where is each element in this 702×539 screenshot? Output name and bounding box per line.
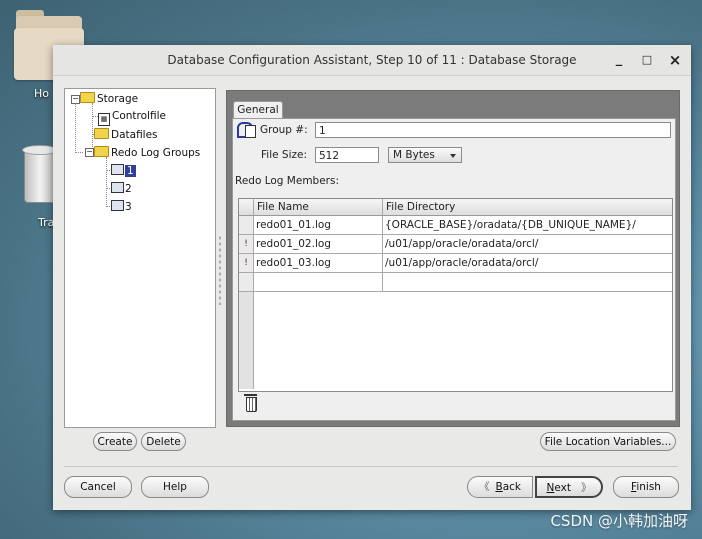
file-size-input[interactable]: 512 (315, 147, 379, 163)
chevron-down-icon (450, 154, 456, 158)
tree-node-redo-log-groups[interactable]: Redo Log Groups (94, 146, 200, 159)
group-number-label: Group #: (260, 124, 308, 136)
redo-group-icon (111, 164, 124, 175)
table-cell-file-directory[interactable] (383, 273, 672, 292)
table-cell-file-directory[interactable]: /u01/app/oracle/oradata/orcl/ (383, 254, 672, 273)
table-cell-file-name[interactable]: redo01_03.log (254, 254, 383, 273)
row-header[interactable] (239, 273, 254, 292)
chevron-left-icon: 《 (478, 481, 490, 493)
finish-button[interactable]: Finish (613, 476, 679, 498)
trash-icon[interactable] (244, 394, 257, 412)
minimize-button[interactable]: _ (609, 50, 629, 70)
folder-icon (94, 128, 109, 139)
column-header-file-directory[interactable]: File Directory (383, 199, 672, 216)
tree-node-datafiles[interactable]: Datafiles (94, 128, 158, 141)
create-button[interactable]: Create (93, 432, 137, 451)
file-size-label: File Size: (261, 149, 307, 161)
file-size-unit-select[interactable]: M Bytes (388, 147, 462, 163)
general-tab-content: Group #: 1 File Size: 512 M Bytes Redo L… (232, 118, 676, 421)
redo-group-icon (111, 200, 124, 211)
collapse-redo-groups-icon[interactable]: − (85, 148, 94, 157)
tree-node-group-2[interactable]: 2 (111, 182, 132, 195)
redo-group-icon (111, 182, 124, 193)
table-cell-file-name[interactable]: redo01_02.log (254, 235, 383, 254)
trash-label: Tra (38, 216, 55, 229)
row-header-filler (239, 292, 254, 389)
folder-icon (94, 146, 109, 157)
table-corner (239, 199, 254, 216)
help-button[interactable]: Help (141, 476, 209, 498)
trash-icon[interactable] (22, 145, 58, 203)
window-title: Database Configuration Assistant, Step 1… (167, 53, 577, 67)
redo-members-label: Redo Log Members: (235, 175, 340, 187)
table-cell-file-name[interactable]: redo01_01.log (254, 216, 383, 235)
next-button[interactable]: Next 》 (535, 476, 603, 498)
back-button[interactable]: 《 Back (467, 476, 533, 498)
row-header-warning-icon[interactable]: ! (239, 235, 254, 254)
home-folder-label: Ho (34, 87, 50, 100)
properties-panel: General Group #: 1 File Size: 512 M Byte… (226, 90, 680, 427)
collapse-storage-icon[interactable]: − (71, 95, 80, 104)
table-cell-file-directory[interactable]: {ORACLE_BASE}/oradata/{DB_UNIQUE_NAME}/ (383, 216, 672, 235)
tab-general[interactable]: General (233, 101, 283, 119)
chevron-right-icon: 》 (580, 482, 592, 494)
tree-node-group-3[interactable]: 3 (111, 200, 132, 213)
watermark: CSDN @小韩加油呀 (550, 512, 688, 530)
group-number-input[interactable]: 1 (315, 122, 671, 138)
document-icon (245, 125, 256, 138)
table-cell-file-directory[interactable]: /u01/app/oracle/oradata/orcl/ (383, 235, 672, 254)
tree-node-storage[interactable]: Storage (80, 92, 138, 105)
column-header-file-name[interactable]: File Name (254, 199, 383, 216)
cancel-button[interactable]: Cancel (64, 476, 132, 498)
storage-tree[interactable]: − Storage ▦ Controlfile Datafiles − Redo … (64, 88, 216, 428)
splitter-handle[interactable] (218, 235, 222, 305)
title-bar[interactable]: Database Configuration Assistant, Step 1… (53, 45, 691, 76)
redo-members-table[interactable]: File Name File Directory redo01_01.log {… (238, 198, 673, 392)
folder-icon (80, 92, 95, 103)
file-location-variables-button[interactable]: File Location Variables... (540, 432, 676, 451)
divider (64, 466, 678, 467)
tree-node-controlfile[interactable]: ▦ Controlfile (98, 110, 166, 126)
maximize-button[interactable]: □ (637, 50, 657, 70)
dbca-window: Database Configuration Assistant, Step 1… (53, 45, 691, 510)
delete-button[interactable]: Delete (141, 432, 186, 451)
close-button[interactable]: × (665, 50, 685, 70)
tree-node-group-1[interactable]: 1 (111, 164, 136, 177)
row-header[interactable] (239, 216, 254, 235)
table-cell-file-name[interactable] (254, 273, 383, 292)
row-header-warning-icon[interactable]: ! (239, 254, 254, 273)
controlfile-icon: ▦ (98, 113, 110, 126)
